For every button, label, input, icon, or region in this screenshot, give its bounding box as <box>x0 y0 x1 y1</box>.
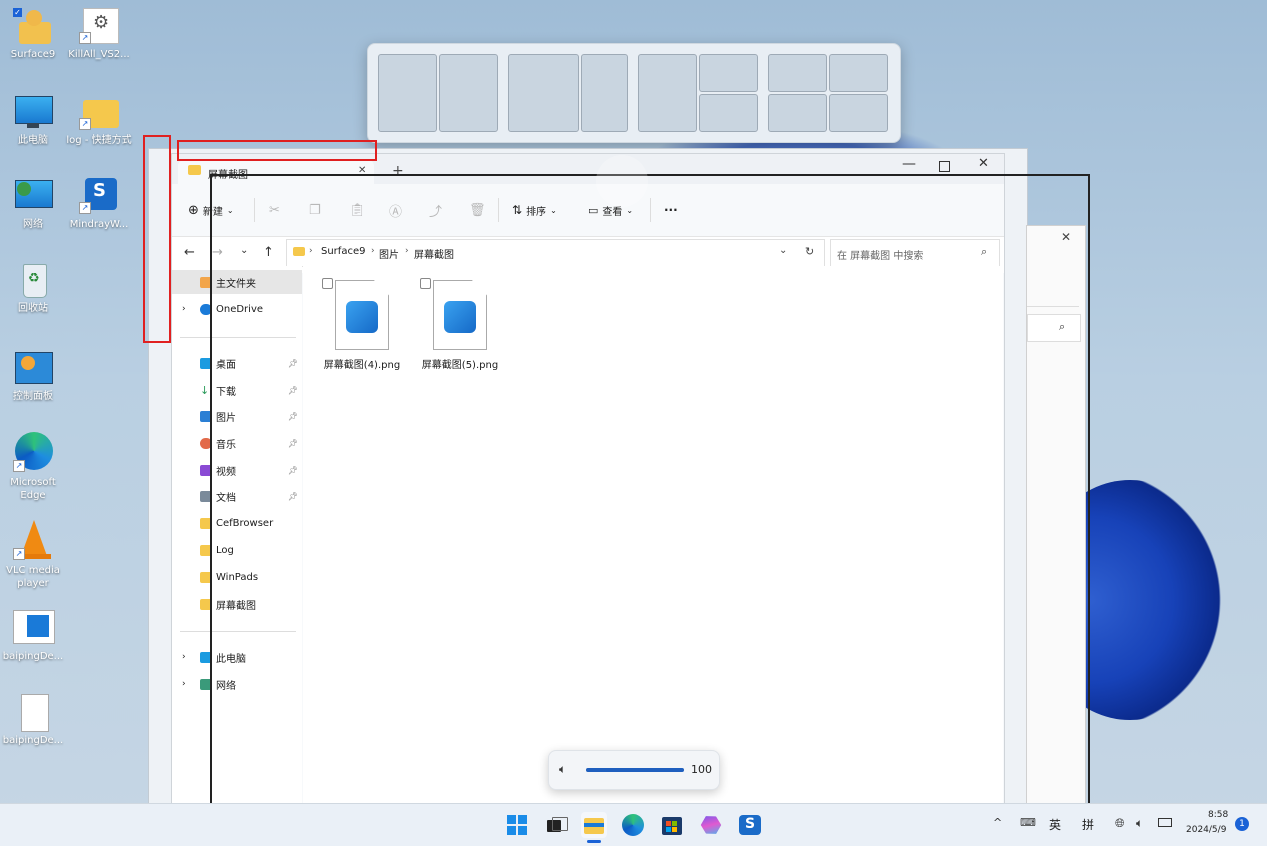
battery-icon[interactable] <box>1158 818 1172 827</box>
maximize-icon[interactable] <box>939 161 950 172</box>
minimize-icon[interactable]: — <box>902 156 916 172</box>
start-button[interactable] <box>504 812 530 838</box>
chevron-up-icon[interactable]: ^ <box>993 816 1002 829</box>
volume-value: 100 <box>691 763 712 776</box>
desktop-icon-killall[interactable]: ⚙ ↗ KillAll_VS2... <box>66 8 132 61</box>
desktop-icon-this-pc[interactable]: 此电脑 <box>0 94 66 147</box>
desktop-icon-recycle-bin[interactable]: ♻ 回收站 <box>0 262 66 315</box>
copilot-taskbar-icon[interactable] <box>698 812 724 838</box>
task-view-button[interactable] <box>543 812 569 838</box>
folder-icon <box>188 165 201 175</box>
snap-layout-quadrants <box>768 54 888 132</box>
close-window-icon[interactable]: ✕ <box>978 156 989 171</box>
snap-layout-left-plus-stack <box>638 54 758 132</box>
speaker-icon[interactable]: 🔈︎ <box>559 762 566 777</box>
snap-zone[interactable] <box>508 54 579 132</box>
snap-zone[interactable] <box>638 54 697 132</box>
folder-icon: ↗ <box>79 94 119 130</box>
network-icon <box>13 178 53 214</box>
snap-zone[interactable] <box>699 54 758 92</box>
volume-icon[interactable]: 🔈︎ <box>1136 816 1143 831</box>
clock-time[interactable]: 8:58 <box>1208 810 1228 820</box>
vlc-cone-icon: ↗ <box>13 520 53 560</box>
clock-date[interactable]: 2024/5/9 <box>1186 825 1226 835</box>
snap-layout-two-thirds <box>508 54 628 132</box>
ime-mode[interactable]: 拼 <box>1082 816 1094 833</box>
network-globe-icon[interactable]: 🌐︎ <box>1115 816 1125 831</box>
snap-zone[interactable] <box>699 94 758 132</box>
edge-taskbar-icon[interactable] <box>620 812 646 838</box>
keyboard-icon[interactable]: ⌨ <box>1020 816 1036 829</box>
snap-zone-highlight-top <box>177 140 377 161</box>
desktop-icon-vlc[interactable]: ↗ VLC media player <box>0 520 66 590</box>
taskbar: S ^ ⌨ 英 拼 🌐︎ 🔈︎ 8:58 2024/5/9 1 <box>0 803 1267 846</box>
gear-shortcut-icon: ⚙ ↗ <box>79 8 119 44</box>
volume-flyout: 🔈︎ 100 <box>548 750 720 790</box>
desktop-icon-mindray[interactable]: S ↗ MindrayW... <box>66 178 132 231</box>
user-folder-icon: ✓ <box>13 8 53 44</box>
desktop-icon-network[interactable]: 网络 <box>0 178 66 231</box>
ime-language[interactable]: 英 <box>1049 816 1061 833</box>
app-icon: S ↗ <box>79 178 119 214</box>
notification-badge[interactable]: 1 <box>1235 817 1249 831</box>
chevron-right-icon[interactable]: › <box>182 304 186 314</box>
chevron-right-icon[interactable]: › <box>182 679 186 689</box>
snap-zone[interactable] <box>768 94 827 132</box>
desktop-icon-surface9[interactable]: ✓ Surface9 <box>0 8 66 61</box>
volume-slider-fill <box>586 768 684 772</box>
desktop-icon-baiping-2[interactable]: baipingDe... <box>0 694 66 747</box>
store-taskbar-icon[interactable] <box>659 812 685 838</box>
snap-zone[interactable] <box>829 94 888 132</box>
back-arrow-icon[interactable]: ← <box>184 245 195 260</box>
drag-outline <box>210 174 1090 845</box>
chevron-right-icon[interactable]: › <box>182 652 186 662</box>
monitor-icon <box>13 94 53 130</box>
file-explorer-taskbar-icon[interactable] <box>581 812 607 843</box>
snap-zone[interactable] <box>829 54 888 92</box>
touch-indicator <box>596 155 648 207</box>
snap-layout-halves <box>378 54 498 132</box>
control-panel-icon <box>13 350 53 386</box>
snap-zone-highlight-left <box>143 135 171 343</box>
app-s-taskbar-icon[interactable]: S <box>737 812 763 838</box>
snap-zone[interactable] <box>439 54 498 132</box>
snap-zone[interactable] <box>581 54 628 132</box>
blank-file-icon <box>13 694 53 732</box>
desktop-icon-control-panel[interactable]: 控制面板 <box>0 350 66 403</box>
snap-zone[interactable] <box>378 54 437 132</box>
desktop-icon-edge[interactable]: ↗ Microsoft Edge <box>0 432 66 502</box>
edge-icon: ↗ <box>13 432 53 472</box>
plus-circle-icon: ⊕ <box>188 202 199 218</box>
desktop-icon-baiping-1[interactable]: baipingDe... <box>0 610 66 663</box>
recycle-bin-icon: ♻ <box>13 262 53 298</box>
document-app-icon <box>13 610 55 646</box>
snap-layouts-flyout <box>367 43 901 143</box>
snap-zone[interactable] <box>768 54 827 92</box>
desktop-icon-log-shortcut[interactable]: ↗ log - 快捷方式 <box>66 94 132 147</box>
volume-slider[interactable] <box>586 768 684 772</box>
